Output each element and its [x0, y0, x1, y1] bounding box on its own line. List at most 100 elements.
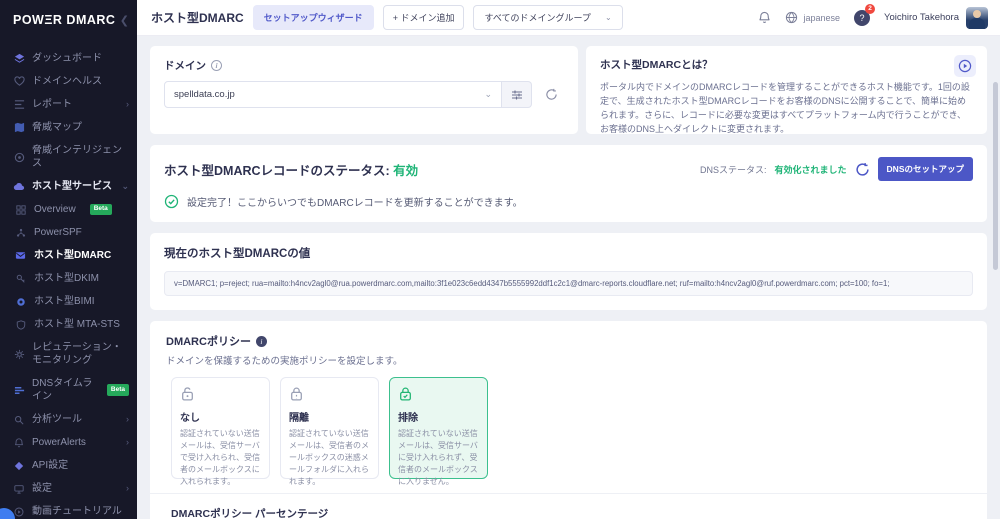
- sidebar-item-dns-timeline[interactable]: DNSタイムライン Beta: [0, 372, 137, 408]
- sidebar-item-threat-map[interactable]: 脅威マップ: [0, 116, 137, 139]
- domain-group-dropdown[interactable]: すべてのドメイングループ ⌄: [473, 5, 623, 30]
- dns-setup-button[interactable]: DNSのセットアップ: [877, 157, 973, 181]
- sidebar-item-label: ダッシュボード: [32, 53, 102, 64]
- play-video-button[interactable]: [954, 55, 976, 77]
- sidebar-item-label: ホスト型サービス: [32, 181, 112, 192]
- sidebar-item-label: PowerAlerts: [32, 437, 86, 448]
- policy-option-name: なし: [180, 413, 200, 424]
- dmarc-policy-card: DMARCポリシー i ドメインを保護するための実施ポリシーを設定します。 なし…: [150, 321, 987, 519]
- sidebar-item-label: 分析ツール: [32, 414, 82, 425]
- sidebar-item-poweralerts[interactable]: PowerAlerts ›: [0, 431, 137, 454]
- user-avatar: [966, 6, 988, 29]
- record-section-title: 現在のホスト型DMARCの値: [164, 248, 311, 260]
- dmarc-status-card: ホスト型DMARCレコードのステータス: 有効 DNSステータス: 有効化されま…: [150, 145, 987, 222]
- sidebar-collapse-icon[interactable]: ❮: [120, 14, 129, 27]
- about-card-body: ポータル内でドメインのDMARCレコードを管理することができるホスト機能です。1…: [600, 82, 970, 134]
- spf-icon: [15, 227, 26, 238]
- sidebar-item-domain-health[interactable]: ドメインヘルス: [0, 70, 137, 93]
- sidebar-item-powerspf[interactable]: PowerSPF: [0, 221, 137, 244]
- powerdmarc-logo[interactable]: POWΞR DMARC: [13, 13, 115, 27]
- policy-percentage-section: DMARCポリシー パーセンテージ ポリシータグは、DMARCレコードに設定され…: [166, 494, 971, 519]
- api-icon: [13, 460, 25, 472]
- map-icon: [13, 122, 25, 134]
- grid-icon: [15, 204, 26, 215]
- sidebar-item-analysis-tools[interactable]: 分析ツール ›: [0, 408, 137, 431]
- sidebar-item-hosted-dmarc[interactable]: ホスト型DMARC: [0, 244, 137, 267]
- about-hosted-dmarc-card: ホスト型DMARCとは？ ポータル内でドメインのDMARCレコードを管理すること…: [586, 46, 987, 134]
- beta-badge: Beta: [89, 203, 112, 216]
- policy-section-subtitle: ドメインを保護するための実施ポリシーを設定します。: [166, 356, 403, 367]
- sidebar-item-settings[interactable]: 設定 ›: [0, 477, 137, 500]
- sidebar-item-label: ドメインヘルス: [32, 76, 102, 87]
- sidebar-item-label: ホスト型 MTA-STS: [34, 319, 120, 330]
- status-title: ホスト型DMARCレコードのステータス: 有効: [164, 160, 418, 179]
- sidebar-item-api-settings[interactable]: API設定: [0, 454, 137, 477]
- policy-option-reject-selected[interactable]: 排除 認証されていない送信メールは、受信サーバに受け入れられず、受信者のメールボ…: [389, 377, 488, 486]
- bimi-badge-icon: [15, 296, 26, 307]
- language-selector[interactable]: japanese: [785, 11, 840, 24]
- chevron-down-icon: ⌄: [604, 13, 612, 22]
- gear-icon: [13, 348, 25, 360]
- percentage-title: DMARCポリシー パーセンテージ: [171, 508, 329, 519]
- sidebar-item-label: PowerSPF: [34, 227, 82, 238]
- policy-option-none[interactable]: なし 認証されていない送信メールは、受信サーバで受け入れられ、受信者のメールボッ…: [171, 377, 270, 486]
- add-domain-button[interactable]: + ドメイン追加: [382, 5, 465, 30]
- unlock-icon: [180, 386, 261, 403]
- policy-options: なし 認証されていない送信メールは、受信サーバで受け入れられ、受信者のメールボッ…: [166, 377, 971, 486]
- logo-text-power: POWΞR: [13, 13, 63, 27]
- sidebar-item-hosted-bimi[interactable]: ホスト型BIMI: [0, 290, 137, 313]
- status-title-label: ホスト型DMARCレコードのステータス:: [164, 163, 390, 178]
- dns-status-value: 有効化されました: [774, 164, 847, 175]
- key-icon: [15, 273, 26, 284]
- user-menu[interactable]: Yoichiro Takehora: [884, 6, 988, 29]
- info-icon[interactable]: i: [255, 335, 267, 347]
- video-icon: [13, 506, 25, 518]
- lock-icon: [289, 386, 370, 403]
- chevron-right-icon: ›: [126, 413, 129, 424]
- chevron-right-icon: ›: [126, 436, 129, 447]
- dmarc-record-value[interactable]: v=DMARC1; p=reject; rua=mailto:h4ncv2agl…: [164, 271, 973, 296]
- help-button[interactable]: ? 2: [854, 3, 875, 26]
- help-count-badge: 2: [865, 3, 875, 14]
- globe-icon: [785, 11, 798, 24]
- sidebar-item-label: DNSタイムライン: [32, 378, 93, 402]
- sidebar-item-label: レポート: [32, 99, 72, 110]
- refresh-domain-icon[interactable]: [538, 82, 564, 108]
- info-icon[interactable]: i: [211, 60, 222, 71]
- intelligence-icon: [13, 151, 25, 163]
- domain-group-value: すべてのドメイングループ: [484, 13, 591, 23]
- health-icon: [13, 76, 25, 88]
- sidebar-item-reports[interactable]: レポート ›: [0, 93, 137, 116]
- sidebar-item-label: 脅威マップ: [32, 122, 82, 133]
- sidebar-item-hosted-dkim[interactable]: ホスト型DKIM: [0, 267, 137, 290]
- setup-wizard-button[interactable]: セットアップウィザード: [252, 5, 374, 30]
- envelope-icon: [15, 250, 26, 261]
- chevron-down-icon: ⌄: [484, 89, 492, 99]
- scrollbar-thumb[interactable]: [993, 82, 998, 270]
- sidebar-item-label: Overview: [34, 204, 76, 215]
- bell-icon: [13, 437, 25, 449]
- domain-label: ドメイン: [164, 60, 206, 72]
- sidebar-item-hosted-services[interactable]: ホスト型サービス ⌄: [0, 175, 137, 198]
- policy-section-title: DMARCポリシー: [166, 336, 251, 348]
- policy-option-quarantine[interactable]: 隔離 認証されていない送信メールは、受信者のメールボックスの迷惑メールフォルダに…: [280, 377, 379, 486]
- refresh-dns-status-icon[interactable]: [855, 162, 870, 177]
- sidebar-item-label: ホスト型DMARC: [34, 250, 112, 261]
- language-label: japanese: [803, 12, 840, 23]
- about-card-title: ホスト型DMARCとは？: [600, 59, 713, 71]
- sidebar-item-threat-intelligence[interactable]: 脅威インテリジェンス: [0, 139, 137, 175]
- beta-badge: Beta: [106, 384, 129, 396]
- sidebar-item-hosted-mta-sts[interactable]: ホスト型 MTA-STS: [0, 313, 137, 336]
- manage-domains-button[interactable]: [502, 81, 532, 108]
- lock-check-icon: [398, 386, 479, 403]
- notification-bell-icon[interactable]: [758, 11, 771, 24]
- domain-select[interactable]: spelldata.co.jp ⌄: [164, 81, 502, 108]
- sidebar-item-reputation-monitoring[interactable]: レピュテーション・モニタリング: [0, 336, 137, 372]
- sidebar-item-label: ホスト型BIMI: [34, 296, 95, 307]
- sidebar-item-dashboard[interactable]: ダッシュボード: [0, 47, 137, 70]
- sidebar-item-overview[interactable]: Overview Beta: [0, 198, 137, 221]
- sidebar-item-video-tutorials[interactable]: 動画チュートリアル: [0, 500, 137, 519]
- sidebar-item-label: 設定: [32, 483, 52, 494]
- timeline-icon: [13, 384, 25, 396]
- sidebar-item-label: ホスト型DKIM: [34, 273, 99, 284]
